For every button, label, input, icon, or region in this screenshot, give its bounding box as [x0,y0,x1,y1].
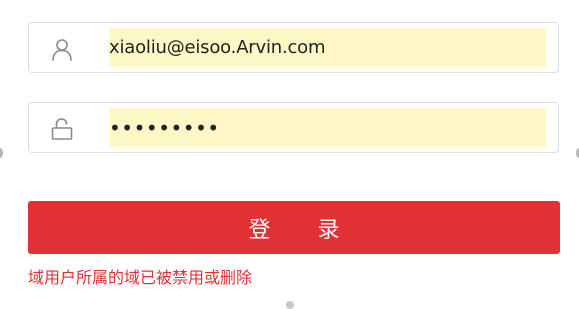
login-button[interactable]: 登 录 [28,201,560,254]
password-field [28,102,559,153]
error-message: 域用户所属的域已被禁用或删除 [28,268,253,287]
username-field [28,22,559,73]
bottom-indicator-dot [286,301,294,309]
user-icon [49,36,75,62]
username-input[interactable] [109,28,546,67]
carousel-left-dot [0,148,3,158]
password-input[interactable] [109,108,546,147]
lock-icon [49,116,75,142]
